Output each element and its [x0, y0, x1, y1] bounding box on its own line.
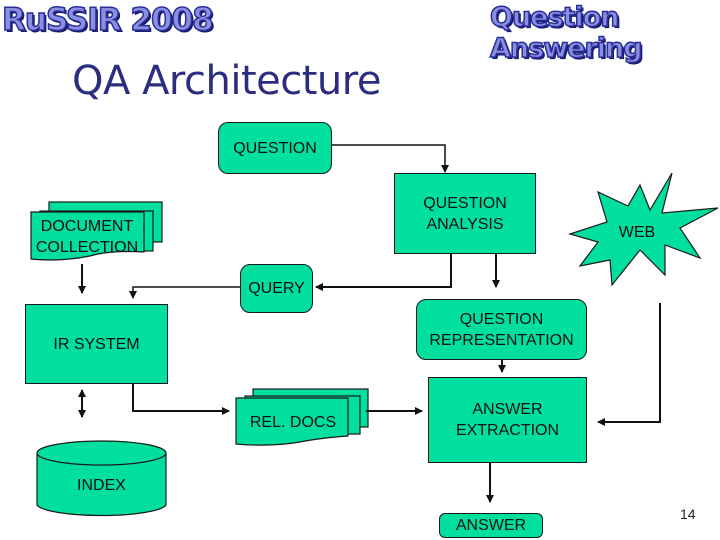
- question-node: QUESTION: [218, 122, 332, 174]
- web-label: WEB: [618, 224, 656, 241]
- question-representation-node: QUESTION REPRESENTATION: [416, 299, 587, 360]
- question-representation-label-1: QUESTION: [459, 310, 544, 328]
- answer-extraction-label-1: ANSWER: [472, 401, 543, 418]
- rel-docs-label: REL. DOCS: [249, 414, 337, 431]
- answer-extraction-label-2: EXTRACTION: [455, 422, 560, 439]
- page-number: 14: [680, 506, 696, 522]
- answer-label: ANSWER: [455, 517, 527, 534]
- query-label: QUERY: [248, 280, 305, 297]
- question-label: QUESTION: [233, 139, 317, 157]
- arrow-ir-to-reldocs: [132, 383, 230, 415]
- query-node: QUERY: [240, 264, 313, 313]
- ir-system-label: IR SYSTEM: [53, 335, 140, 353]
- arrow-analysis-to-query: [315, 254, 452, 291]
- diagram-canvas: [30, 144, 719, 517]
- question-representation-label-2: REPRESENTATION: [429, 331, 574, 349]
- question-analysis-node: QUESTION ANALYSIS: [394, 173, 536, 254]
- index-label: INDEX: [77, 477, 126, 494]
- question-analysis-label-1: QUESTION: [423, 194, 507, 212]
- arrow-web-to-extraction: [597, 303, 661, 426]
- arrow-question-to-analysis: [332, 144, 449, 173]
- ir-system-node: IR SYSTEM: [25, 304, 168, 384]
- document-collection-label-1: DOCUMENT: [40, 218, 134, 235]
- arrow-query-to-ir: [129, 286, 240, 299]
- answer-node: ANSWER: [439, 513, 543, 538]
- document-collection-label-2: COLLECTION: [35, 239, 139, 256]
- answer-extraction-node: ANSWER EXTRACTION: [428, 377, 587, 463]
- question-analysis-label-2: ANALYSIS: [426, 215, 504, 233]
- document-collection-label: DOCUMENT COLLECTION: [28, 216, 146, 258]
